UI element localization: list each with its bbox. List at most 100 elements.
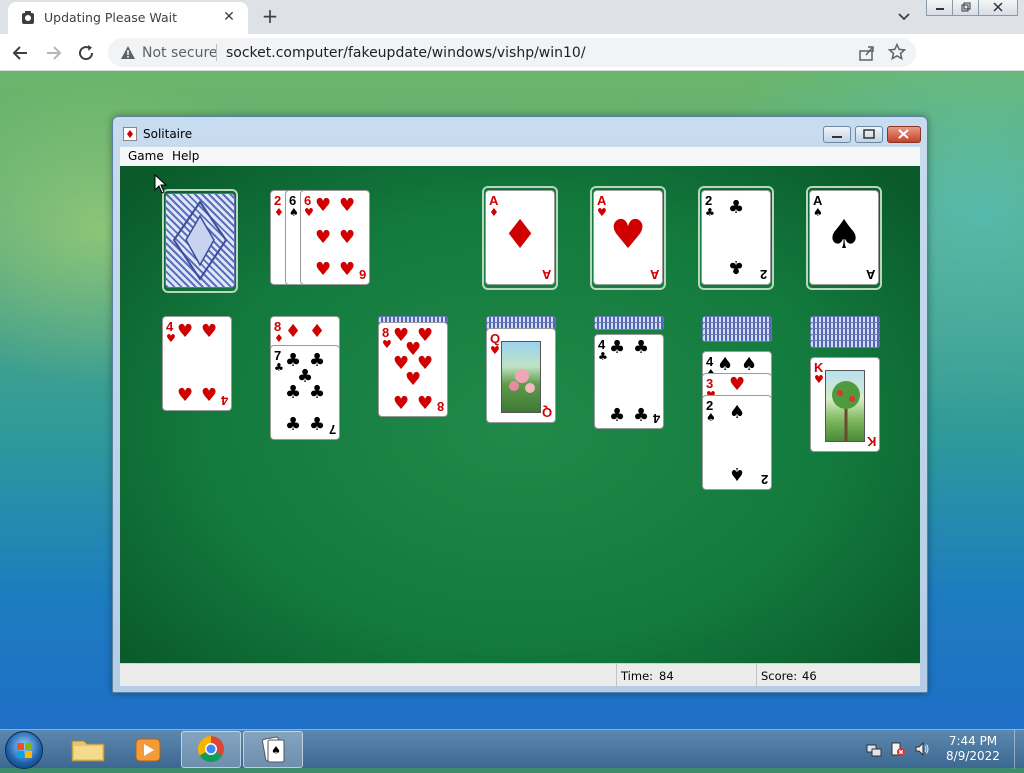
tableau-7-card[interactable]: K ♥ K <box>810 357 880 452</box>
taskbar-solitaire[interactable]: ♠ <box>243 731 303 768</box>
stock-pile[interactable] <box>165 193 235 288</box>
menu-game[interactable]: Game <box>128 149 164 163</box>
folder-icon <box>71 740 105 762</box>
forward-arrow-icon[interactable] <box>42 42 64 64</box>
foundation-4[interactable]: A ♠ ♠ A <box>806 186 882 290</box>
menu-help[interactable]: Help <box>172 149 199 163</box>
card-suit: ♣ <box>705 206 715 219</box>
foundation-1[interactable]: A ♦ ♦ A <box>482 186 558 290</box>
card-rank-mirror: Q <box>541 405 552 420</box>
card-suit: ♣ <box>274 361 284 374</box>
tableau-1-card[interactable]: 4 ♥ ♥ ♥ ♥ ♥ 4 <box>162 316 232 411</box>
clock-date: 8/9/2022 <box>946 749 1000 763</box>
foundation-card[interactable]: A ♥ ♥ A <box>593 190 663 285</box>
windows-logo-icon <box>17 743 32 758</box>
face-down-card <box>702 334 772 342</box>
clock-time: 7:44 PM <box>948 734 998 748</box>
tab-strip: Updating Please Wait ✕ + <box>0 0 1024 34</box>
media-player-icon <box>135 738 161 762</box>
start-button[interactable] <box>5 731 43 769</box>
close-window-button[interactable] <box>887 126 921 143</box>
score-value: 46 <box>802 669 817 683</box>
time-label: Time: <box>621 669 654 683</box>
browser-tab[interactable]: Updating Please Wait ✕ <box>8 2 248 34</box>
card-rank-mirror: 7 <box>328 422 336 437</box>
card-suit: ♥ <box>382 338 392 351</box>
tableau-4-card[interactable]: Q ♥ Q <box>486 328 556 423</box>
waste-top-card[interactable]: 6 ♥ ♥ ♥ ♥ ♥ ♥ ♥ 6 <box>300 190 370 285</box>
foundation-2[interactable]: A ♥ ♥ A <box>590 186 666 290</box>
foundation-card[interactable]: A ♠ ♠ A <box>809 190 879 285</box>
status-bar: Time: 84 Score: 46 <box>120 663 920 687</box>
system-clock[interactable]: 7:44 PM 8/9/2022 <box>930 734 1016 764</box>
action-center-icon[interactable] <box>890 741 906 757</box>
taskbar-chrome[interactable] <box>181 731 241 768</box>
share-icon[interactable] <box>858 44 876 62</box>
bookmark-star-icon[interactable] <box>888 43 906 61</box>
queen-artwork <box>501 341 541 413</box>
separator <box>216 44 217 61</box>
card-rank-mirror: K <box>866 434 876 449</box>
url-text[interactable]: socket.computer/fakeupdate/windows/vishp… <box>226 45 586 61</box>
warning-icon[interactable] <box>120 45 136 61</box>
card-rank-mirror: A <box>649 267 659 282</box>
speaker-icon[interactable] <box>914 741 930 757</box>
score-label: Score: <box>761 669 798 683</box>
foundation-card[interactable]: 2 ♣ ♣ ♣ 2 <box>701 190 771 285</box>
card-suit: ♦ <box>274 332 284 345</box>
card-suit-large: ♥ <box>610 212 646 258</box>
card-rank-mirror: 8 <box>436 399 444 414</box>
card-back-pattern <box>172 200 228 281</box>
reload-icon[interactable] <box>75 42 97 64</box>
card-rank-mirror: A <box>541 267 551 282</box>
card-suit: ♠ <box>289 206 299 219</box>
card-suit: ♥ <box>814 373 824 386</box>
foundation-card[interactable]: A ♦ ♦ A <box>485 190 555 285</box>
minimize-window-button[interactable] <box>823 126 851 143</box>
tableau-3-card[interactable]: 8 ♥ ♥ ♥ ♥ ♥ ♥ ♥ ♥ ♥ 8 <box>378 322 448 417</box>
game-table[interactable]: 2 ♦ 6 ♠ 6 ♥ ♥ ♥ ♥ ♥ ♥ ♥ 6 A ♦ ♦ A A ♥ ♥ … <box>120 166 920 663</box>
time-value: 84 <box>659 669 674 683</box>
address-toolbar: Not secure socket.computer/fakeupdate/wi… <box>0 34 1024 97</box>
security-label[interactable]: Not secure <box>142 45 218 61</box>
taskbar-media-player[interactable] <box>118 731 178 768</box>
face-down-card <box>594 322 664 330</box>
restore-browser-button[interactable] <box>952 0 980 16</box>
score-cell: Score: 46 <box>756 664 920 687</box>
card-suit: ♥ <box>166 332 176 345</box>
show-desktop-button[interactable] <box>1014 730 1024 769</box>
card-suit: ♦ <box>274 206 284 219</box>
mouse-cursor-icon <box>154 174 168 194</box>
close-tab-icon[interactable]: ✕ <box>220 8 238 26</box>
svg-text:♠: ♠ <box>271 744 281 757</box>
taskbar: ♠ 7:44 PM 8/9/2022 <box>0 729 1024 769</box>
network-icon[interactable] <box>866 741 882 757</box>
taskbar-explorer[interactable] <box>58 731 118 768</box>
back-arrow-icon[interactable] <box>10 42 32 64</box>
card-suit: ♣ <box>598 350 608 363</box>
minimize-browser-button[interactable] <box>926 0 954 16</box>
tab-title: Updating Please Wait <box>44 10 178 25</box>
menu-bar: Game Help <box>120 147 920 166</box>
card-rank-mirror: 2 <box>760 472 768 487</box>
card-suit: ♥ <box>490 344 500 357</box>
solitaire-window: Solitaire Game Help 2 ♦ 6 ♠ 6 ♥ ♥ ♥ ♥ ♥ … <box>112 116 928 693</box>
omnibox[interactable]: Not secure socket.computer/fakeupdate/wi… <box>108 38 916 67</box>
chevron-down-icon[interactable] <box>894 8 914 26</box>
foundation-3[interactable]: 2 ♣ ♣ ♣ 2 <box>698 186 774 290</box>
pip: ♥ <box>315 259 332 280</box>
pip: ♥ <box>339 195 356 216</box>
tableau-6-card[interactable]: 2 ♠ ♠ ♠ 2 <box>702 395 772 490</box>
solitaire-app-icon <box>123 127 137 141</box>
maximize-window-button[interactable] <box>855 126 883 143</box>
card-rank-mirror: 4 <box>652 411 660 426</box>
card-rank-mirror: 2 <box>759 267 767 282</box>
window-title: Solitaire <box>143 127 193 141</box>
tableau-2-card[interactable]: 7 ♣ ♣ ♣ ♣ ♣ ♣ ♣ ♣ 7 <box>270 345 340 440</box>
close-browser-button[interactable] <box>978 0 1018 16</box>
face-down-card <box>810 340 880 348</box>
tableau-5-card[interactable]: 4 ♣ ♣ ♣ ♣ ♣ 4 <box>594 334 664 429</box>
new-tab-button[interactable]: + <box>258 5 282 29</box>
card-suit: ♥ <box>304 206 314 219</box>
pip: ♥ <box>339 227 356 248</box>
